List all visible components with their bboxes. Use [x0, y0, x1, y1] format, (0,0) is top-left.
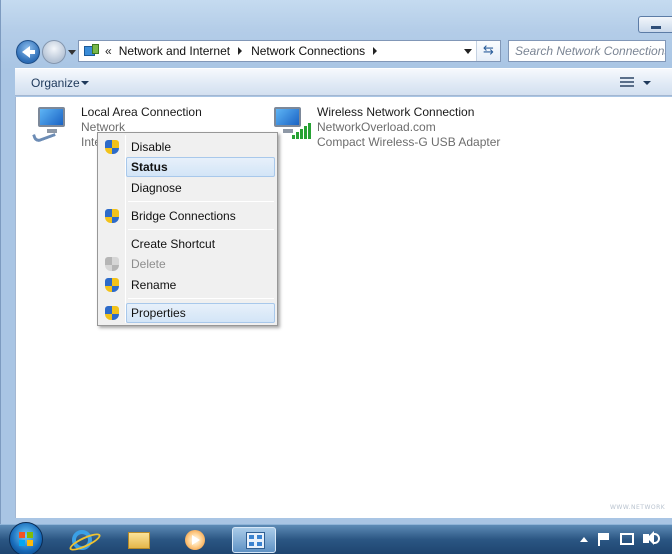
action-center-icon[interactable]	[598, 533, 610, 546]
taskbar-media-player[interactable]	[173, 527, 217, 553]
menu-item-disable[interactable]: Disable	[100, 137, 275, 157]
breadcrumb-network-and-internet[interactable]: Network and Internet	[119, 44, 230, 58]
windows-logo-icon	[19, 532, 34, 546]
back-button[interactable]	[16, 40, 40, 64]
menu-item-status[interactable]: Status	[100, 157, 275, 177]
uac-shield-icon	[105, 257, 119, 272]
signal-strength-icon	[292, 123, 312, 139]
organize-menu[interactable]: Organize	[31, 76, 80, 90]
menu-item-properties[interactable]: Properties	[100, 303, 275, 323]
menu-item-create-shortcut[interactable]: Create Shortcut	[100, 234, 275, 254]
wired-network-adapter-icon[interactable]	[32, 105, 70, 144]
connection-name: Wireless Network Connection	[317, 105, 475, 119]
menu-item-label: Diagnose	[131, 181, 182, 195]
uac-shield-icon	[105, 278, 119, 293]
uac-shield-icon	[105, 140, 119, 155]
windows-explorer-icon	[128, 532, 150, 549]
start-button[interactable]	[9, 522, 43, 554]
taskbar-network-connections[interactable]	[232, 527, 276, 553]
uac-shield-icon	[105, 306, 119, 321]
connection-device: Compact Wireless-G USB Adapter	[317, 135, 501, 149]
connection-name: Local Area Connection	[81, 105, 202, 119]
taskbar-windows-explorer[interactable]	[117, 527, 161, 553]
menu-separator	[128, 229, 274, 230]
minimize-button[interactable]	[638, 16, 672, 33]
breadcrumb-chevron-right-icon[interactable]	[373, 47, 378, 55]
menu-item-bridge-connections[interactable]: Bridge Connections	[100, 206, 275, 226]
volume-icon[interactable]	[643, 531, 654, 545]
volume-waves-icon	[653, 533, 660, 544]
menu-item-label: Properties	[131, 306, 186, 320]
menu-item-label: Delete	[131, 257, 166, 271]
menu-item-delete: Delete	[100, 254, 275, 274]
menu-item-label: Rename	[131, 278, 177, 292]
organize-dropdown-icon[interactable]	[81, 81, 89, 85]
menu-item-rename[interactable]: Rename	[100, 275, 275, 295]
view-options-dropdown-icon[interactable]	[643, 81, 651, 85]
refresh-button[interactable]: ⇆	[476, 41, 500, 61]
search-input[interactable]: Search Network Connections	[508, 40, 666, 62]
taskbar	[0, 522, 672, 554]
menu-item-label: Disable	[131, 140, 172, 154]
network-tray-icon[interactable]	[620, 533, 634, 545]
address-bar[interactable]: « Network and Internet Network Connectio…	[78, 40, 501, 62]
control-panel-icon	[84, 44, 100, 58]
command-bar: Organize	[15, 68, 672, 96]
address-dropdown-icon[interactable]	[464, 49, 472, 54]
recent-pages-dropdown[interactable]	[68, 50, 76, 55]
watermark: WWW.NETWORK	[610, 504, 666, 511]
breadcrumb-overflow[interactable]: «	[105, 44, 112, 58]
explorer-window: « Network and Internet Network Connectio…	[0, 0, 672, 524]
breadcrumb-network-connections[interactable]: Network Connections	[251, 44, 365, 58]
menu-item-label: Create Shortcut	[131, 237, 216, 251]
connection-wireless[interactable]: Wireless Network Connection NetworkOverl…	[317, 105, 500, 149]
menu-item-diagnose[interactable]: Diagnose	[100, 178, 275, 198]
menu-item-label: Status	[131, 160, 168, 174]
windows-media-player-icon	[185, 530, 205, 550]
menu-separator	[128, 298, 274, 299]
change-view-icon[interactable]	[620, 76, 634, 89]
show-hidden-icons-icon[interactable]	[580, 537, 588, 542]
menu-item-label: Bridge Connections	[131, 209, 236, 223]
internet-explorer-icon	[72, 530, 92, 550]
menu-separator	[128, 201, 274, 202]
forward-button[interactable]	[42, 40, 66, 64]
context-menu: Disable Status Diagnose Bridge Connectio…	[97, 132, 278, 326]
breadcrumb-chevron-right-icon[interactable]	[238, 47, 243, 55]
uac-shield-icon	[105, 209, 119, 224]
network-sharing-center-icon	[246, 532, 265, 549]
taskbar-internet-explorer[interactable]	[60, 527, 104, 553]
connection-network: NetworkOverload.com	[317, 120, 436, 134]
